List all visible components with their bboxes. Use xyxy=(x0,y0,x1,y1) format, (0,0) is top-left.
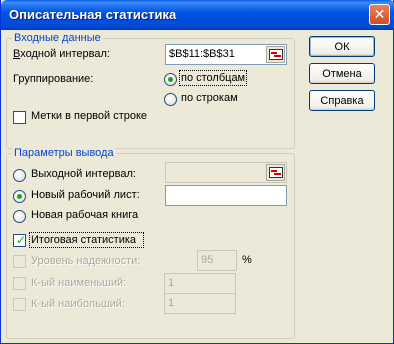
kth-smallest-checkbox[interactable] xyxy=(13,277,26,290)
new-workbook-radio[interactable] xyxy=(13,210,26,223)
kth-smallest-field[interactable]: 1 xyxy=(164,273,236,294)
group-by-rows-label[interactable]: по строкам xyxy=(181,92,238,104)
ok-button[interactable]: ОК xyxy=(309,36,375,57)
kth-smallest-value: 1 xyxy=(168,277,175,289)
kth-largest-value: 1 xyxy=(168,297,175,309)
input-range-label: Входной интервал: xyxy=(13,48,110,60)
range-select-icon xyxy=(268,49,283,60)
grouping-label: Группирование: xyxy=(13,73,94,85)
new-sheet-radio[interactable] xyxy=(13,190,26,203)
new-sheet-label[interactable]: Новый рабочий лист: xyxy=(31,189,140,201)
percent-sign: % xyxy=(242,254,252,266)
output-range-collapse-button[interactable] xyxy=(266,164,285,181)
group-by-rows-radio[interactable] xyxy=(164,93,177,106)
input-group-title: Входные данные xyxy=(12,32,103,44)
title-bar[interactable]: Описательная статистика ✕ xyxy=(1,0,394,30)
close-button[interactable]: ✕ xyxy=(369,4,390,25)
cancel-button[interactable]: Отмена xyxy=(309,63,375,84)
group-by-columns-radio[interactable] xyxy=(164,73,177,86)
output-range-field[interactable] xyxy=(165,162,287,183)
input-range-field[interactable]: $B$11:$B$31 xyxy=(165,44,287,65)
kth-largest-label[interactable]: К-ый наибольший: xyxy=(31,298,125,310)
confidence-level-value: 95 xyxy=(201,254,214,266)
output-range-radio[interactable] xyxy=(13,169,26,182)
input-range-collapse-button[interactable] xyxy=(266,46,285,63)
range-select-icon xyxy=(268,167,283,178)
help-button-label: Справка xyxy=(320,94,364,107)
summary-statistics-checkbox[interactable]: ✓ xyxy=(13,233,27,247)
kth-smallest-label[interactable]: К-ый наименьший: xyxy=(31,277,126,289)
cancel-button-label: Отмена xyxy=(322,67,362,80)
dialog-window: Описательная статистика ✕ Входные данные… xyxy=(0,0,394,344)
output-group-title: Параметры вывода xyxy=(12,147,116,159)
new-workbook-label[interactable]: Новая рабочая книга xyxy=(31,209,138,221)
labels-first-row-checkbox[interactable] xyxy=(13,111,26,124)
confidence-level-checkbox[interactable] xyxy=(13,255,26,268)
checkmark-icon: ✓ xyxy=(16,233,27,247)
new-sheet-name-field[interactable] xyxy=(165,185,287,206)
dialog-title: Описательная статистика xyxy=(9,7,177,22)
focus-indicator xyxy=(29,232,144,248)
help-button[interactable]: Справка xyxy=(309,90,375,111)
close-icon: ✕ xyxy=(373,6,386,22)
kth-largest-field[interactable]: 1 xyxy=(164,293,236,314)
ok-button-label: ОК xyxy=(334,40,350,53)
output-range-label[interactable]: Выходной интервал: xyxy=(31,168,136,180)
kth-largest-checkbox[interactable] xyxy=(13,298,26,311)
confidence-level-field[interactable]: 95 xyxy=(197,250,237,271)
confidence-level-label[interactable]: Уровень надежности: xyxy=(31,255,140,267)
input-range-value: $B$11:$B$31 xyxy=(169,48,235,60)
labels-first-row-label[interactable]: Метки в первой строке xyxy=(31,110,147,122)
focus-indicator xyxy=(179,70,247,86)
